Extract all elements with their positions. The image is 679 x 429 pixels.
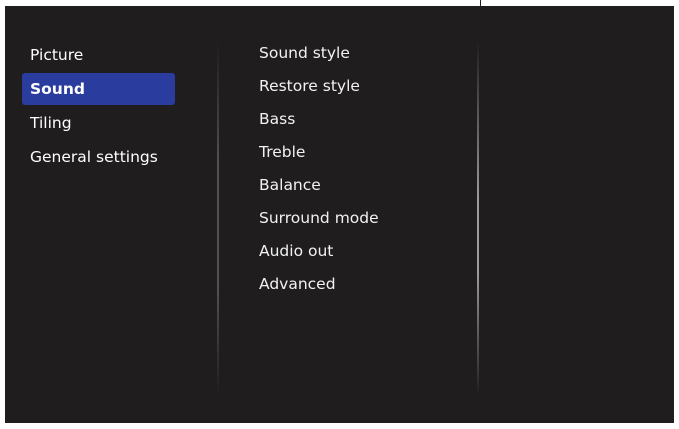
submenu-item-surround-mode[interactable]: Surround mode <box>259 202 379 235</box>
submenu-item-advanced[interactable]: Advanced <box>259 268 379 301</box>
sound-submenu: Sound style Restore style Bass Treble Ba… <box>259 37 379 301</box>
submenu-item-sound-style[interactable]: Sound style <box>259 37 379 70</box>
main-menu: Picture Sound Tiling General settings <box>22 39 175 175</box>
submenu-item-bass[interactable]: Bass <box>259 103 379 136</box>
menu-divider-left <box>217 41 219 396</box>
menu-item-general-settings[interactable]: General settings <box>22 141 175 173</box>
submenu-item-treble[interactable]: Treble <box>259 136 379 169</box>
top-edge-mark <box>480 0 481 6</box>
menu-divider-right <box>477 41 479 396</box>
menu-item-sound[interactable]: Sound <box>22 73 175 105</box>
menu-item-tiling[interactable]: Tiling <box>22 107 175 139</box>
submenu-item-restore-style[interactable]: Restore style <box>259 70 379 103</box>
submenu-item-audio-out[interactable]: Audio out <box>259 235 379 268</box>
submenu-item-balance[interactable]: Balance <box>259 169 379 202</box>
menu-item-picture[interactable]: Picture <box>22 39 175 71</box>
osd-menu-screen: Picture Sound Tiling General settings So… <box>5 6 674 423</box>
